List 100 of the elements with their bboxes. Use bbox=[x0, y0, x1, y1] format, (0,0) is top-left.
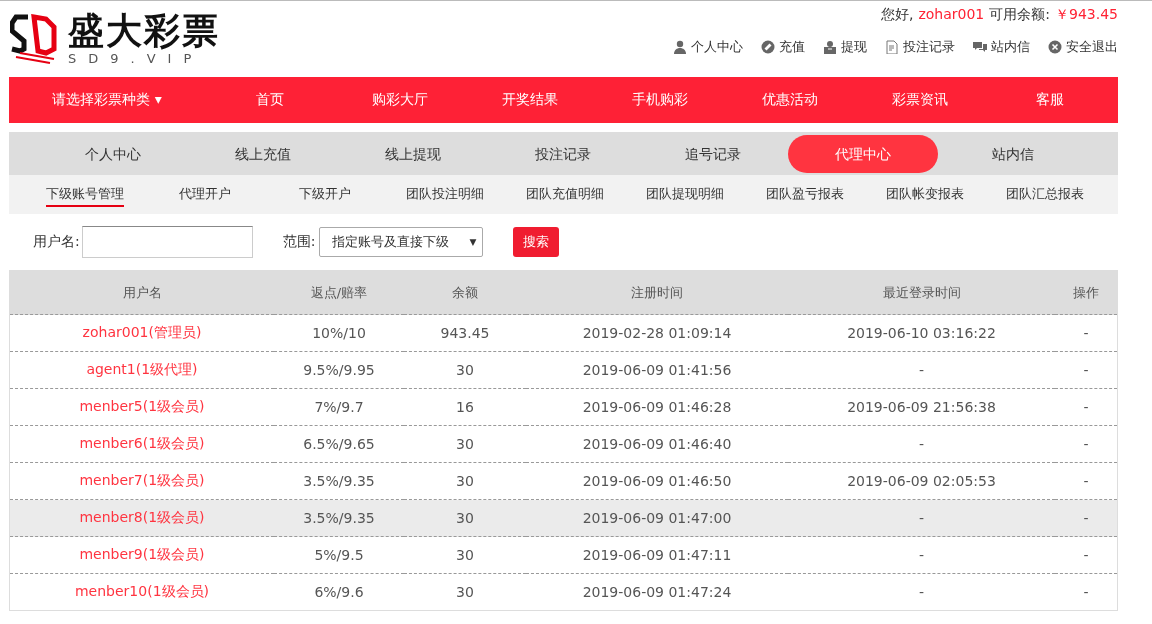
table-cell: 30 bbox=[404, 351, 526, 389]
username-text: zohar001 bbox=[918, 6, 985, 24]
nav-item[interactable]: 购彩大厅 bbox=[335, 91, 465, 109]
table-cell: - bbox=[1055, 425, 1118, 463]
table-row[interactable]: menber6(1级会员) 6.5%/9.65 30 2019-06-09 01:46:40 - - bbox=[9, 425, 1118, 463]
table-cell: - bbox=[1055, 314, 1118, 352]
table-row[interactable]: menber8(1级会员) 3.5%/9.35 30 2019-06-09 01:47:00 - - bbox=[9, 499, 1118, 537]
account-tab[interactable]: 追号记录 bbox=[638, 134, 788, 173]
nav-item[interactable]: 手机购彩 bbox=[595, 91, 725, 109]
table-cell: - bbox=[788, 573, 1055, 611]
agent-tab[interactable]: 团队投注明细 bbox=[406, 184, 484, 207]
table-cell: 2019-06-09 01:47:24 bbox=[526, 573, 788, 611]
account-tab[interactable]: 投注记录 bbox=[488, 134, 638, 173]
table-cell: 6.5%/9.65 bbox=[274, 425, 404, 463]
account-tab[interactable]: 站内信 bbox=[938, 134, 1088, 173]
nav-item[interactable]: 开奖结果 bbox=[465, 91, 595, 109]
username-cell: menber5(1级会员) bbox=[9, 388, 274, 426]
column-header: 余额 bbox=[404, 270, 526, 315]
username-cell: menber9(1级会员) bbox=[9, 536, 274, 574]
exit-icon bbox=[1048, 40, 1062, 54]
table-cell: 30 bbox=[404, 573, 526, 611]
table-cell: 2019-06-10 03:16:22 bbox=[788, 314, 1055, 352]
header-link[interactable]: 安全退出 bbox=[1048, 38, 1118, 56]
account-tab[interactable]: 个人中心 bbox=[38, 134, 188, 173]
table-cell: 5%/9.5 bbox=[274, 536, 404, 574]
nav-item[interactable]: 客服 bbox=[985, 91, 1115, 109]
username-label: 用户名: bbox=[33, 233, 80, 251]
table-cell: - bbox=[1055, 351, 1118, 389]
header-link[interactable]: 投注记录 bbox=[885, 38, 955, 56]
nav-item[interactable]: 请选择彩票种类 ▾ bbox=[9, 91, 205, 109]
username-cell: menber6(1级会员) bbox=[9, 425, 274, 463]
username-cell: zohar001(管理员) bbox=[9, 314, 274, 352]
account-tab[interactable]: 代理中心 bbox=[788, 134, 938, 173]
scope-label: 范围: bbox=[282, 233, 316, 251]
table-row[interactable]: agent1(1级代理) 9.5%/9.95 30 2019-06-09 01:41:56 - - bbox=[9, 351, 1118, 389]
person-icon bbox=[673, 40, 687, 54]
column-header: 用户名 bbox=[9, 270, 274, 315]
username-cell: agent1(1级代理) bbox=[9, 351, 274, 389]
table-cell: - bbox=[788, 351, 1055, 389]
header-link[interactable]: 站内信 bbox=[973, 38, 1030, 56]
username-cell: menber10(1级会员) bbox=[9, 573, 274, 611]
column-header: 最近登录时间 bbox=[788, 270, 1055, 315]
nav-item[interactable]: 首页 bbox=[205, 91, 335, 109]
logo-icon bbox=[10, 13, 60, 65]
table-cell: - bbox=[788, 499, 1055, 537]
username-input[interactable] bbox=[81, 226, 253, 258]
table-cell: 2019-06-09 01:47:00 bbox=[526, 499, 788, 537]
greeting-text: 您好, bbox=[881, 6, 914, 24]
table-cell: - bbox=[1055, 573, 1118, 611]
agent-tab[interactable]: 团队帐变报表 bbox=[886, 184, 964, 207]
column-header: 注册时间 bbox=[526, 270, 788, 315]
table-cell: 6%/9.6 bbox=[274, 573, 404, 611]
agent-tab[interactable]: 下级开户 bbox=[299, 184, 351, 207]
table-cell: 943.45 bbox=[404, 314, 526, 352]
logo-title: 盛大彩票 bbox=[68, 11, 220, 51]
table-cell: 16 bbox=[404, 388, 526, 426]
balance-label: 可用余额: bbox=[989, 6, 1050, 24]
chat-icon bbox=[973, 40, 987, 54]
table-row[interactable]: menber9(1级会员) 5%/9.5 30 2019-06-09 01:47:11 - - bbox=[9, 536, 1118, 574]
account-tab[interactable]: 线上充值 bbox=[188, 134, 338, 173]
agent-tab[interactable]: 团队盈亏报表 bbox=[766, 184, 844, 207]
agent-tab[interactable]: 团队汇总报表 bbox=[1006, 184, 1084, 207]
header-link[interactable]: 个人中心 bbox=[673, 38, 743, 56]
agent-tab[interactable]: 团队充值明细 bbox=[526, 184, 604, 207]
table-cell: - bbox=[1055, 388, 1118, 426]
doc-icon bbox=[885, 40, 899, 54]
balance-amount: ￥943.45 bbox=[1055, 6, 1118, 24]
table-cell: 2019-02-28 01:09:14 bbox=[526, 314, 788, 352]
table-cell: 9.5%/9.95 bbox=[274, 351, 404, 389]
table-cell: 2019-06-09 21:56:38 bbox=[788, 388, 1055, 426]
table-cell: 7%/9.7 bbox=[274, 388, 404, 426]
table-cell: 30 bbox=[404, 499, 526, 537]
nav-item[interactable]: 彩票资讯 bbox=[855, 91, 985, 109]
column-header: 操作 bbox=[1055, 270, 1118, 315]
header-link[interactable]: 充值 bbox=[761, 38, 805, 56]
table-cell: 2019-06-09 01:41:56 bbox=[526, 351, 788, 389]
header-link[interactable]: 提现 bbox=[823, 38, 867, 56]
table-cell: 30 bbox=[404, 536, 526, 574]
logo-subtitle: SD9.VIP bbox=[68, 51, 205, 67]
table-cell: - bbox=[1055, 536, 1118, 574]
table-cell: 30 bbox=[404, 425, 526, 463]
table-cell: 3.5%/9.35 bbox=[274, 499, 404, 537]
table-row[interactable]: zohar001(管理员) 10%/10 943.45 2019-02-28 01:09:14 2019-06-10 03:16:22 - bbox=[9, 314, 1118, 352]
nav-item[interactable]: 优惠活动 bbox=[725, 91, 855, 109]
table-cell: 2019-06-09 01:47:11 bbox=[526, 536, 788, 574]
scope-select[interactable]: 指定账号及直接下级 ▼ bbox=[319, 227, 484, 257]
table-cell: - bbox=[788, 425, 1055, 463]
account-tab[interactable]: 线上提现 bbox=[338, 134, 488, 173]
table-row[interactable]: menber10(1级会员) 6%/9.6 30 2019-06-09 01:47:24 - - bbox=[9, 573, 1118, 611]
table-cell: - bbox=[1055, 499, 1118, 537]
table-row[interactable]: menber5(1级会员) 7%/9.7 16 2019-06-09 01:46:28 2019-06-09 21:56:38 - bbox=[9, 388, 1118, 426]
table-cell: 10%/10 bbox=[274, 314, 404, 352]
table-cell: - bbox=[788, 536, 1055, 574]
column-header: 返点/赔率 bbox=[274, 270, 404, 315]
agent-tab[interactable]: 团队提现明细 bbox=[646, 184, 724, 207]
agent-tab[interactable]: 下级账号管理 bbox=[46, 184, 124, 207]
username-cell: menber8(1级会员) bbox=[9, 499, 274, 537]
search-button[interactable]: 搜索 bbox=[513, 227, 560, 257]
table-cell: 2019-06-09 01:46:28 bbox=[526, 388, 788, 426]
agent-tab[interactable]: 代理开户 bbox=[179, 184, 231, 207]
